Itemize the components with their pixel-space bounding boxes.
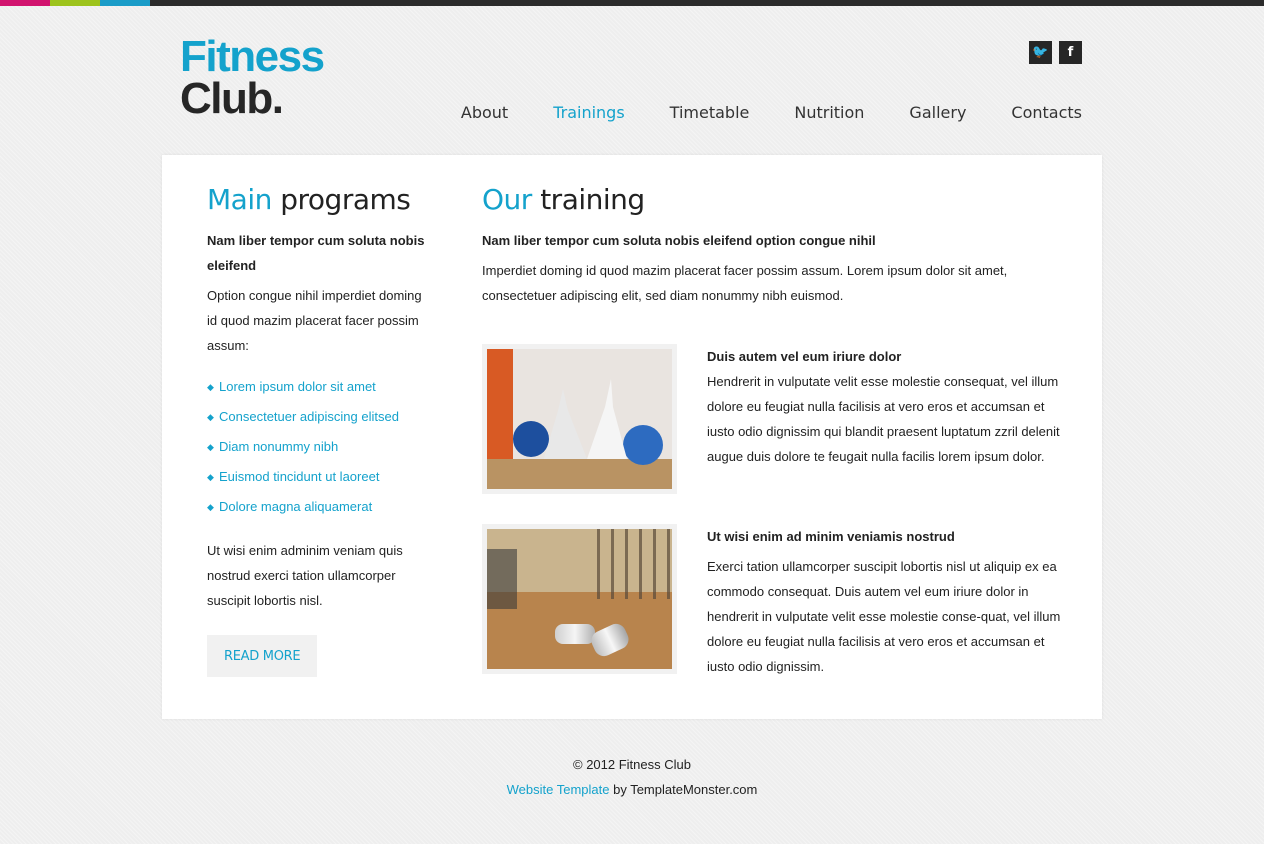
heading-rest: training (540, 183, 645, 216)
nav-item-timetable[interactable]: Timetable (670, 103, 750, 122)
list-item[interactable]: ◆ Lorem ipsum dolor sit amet (207, 372, 432, 402)
programs-intro: Option congue nihil imperdiet doming id … (207, 288, 422, 353)
website-template-link[interactable]: Website Template (507, 782, 610, 797)
site-logo[interactable]: Fitness Club. (180, 32, 325, 123)
yoga-photo[interactable] (482, 344, 677, 494)
main-nav: About Trainings Timetable Nutrition Gall… (461, 103, 1082, 122)
content-panel: Main programs Nam liber tempor cum solut… (162, 155, 1102, 719)
footer-by: by TemplateMonster.com (609, 782, 758, 797)
training-item-text: Exerci tation ullamcorper suscipit lobor… (707, 559, 1061, 674)
list-item[interactable]: ◆ Dolore magna aliquamerat (207, 492, 432, 522)
heading-accent: Main (207, 183, 272, 216)
bullet-icon: ◆ (207, 382, 214, 392)
logo-line-1: Fitness (180, 32, 325, 81)
training-item-heading: Duis autem vel eum iriure dolor (707, 349, 902, 364)
list-item-label: Consectetuer adipiscing elitsed (219, 409, 399, 424)
twitter-icon[interactable]: 🐦 (1029, 41, 1052, 64)
stripe-green (50, 0, 100, 6)
footer: © 2012 Fitness Club Website Template by … (0, 752, 1264, 802)
training-item-text: Hendrerit in vulputate velit esse molest… (707, 374, 1060, 464)
list-item-label: Lorem ipsum dolor sit amet (219, 379, 376, 394)
main-programs-heading: Main programs (207, 183, 432, 216)
logo-line-2: Club. (180, 74, 284, 123)
programs-list: ◆ Lorem ipsum dolor sit amet ◆ Consectetue… (207, 372, 432, 522)
list-item[interactable]: ◆ Consectetuer adipiscing elitsed (207, 402, 432, 432)
bullet-icon: ◆ (207, 442, 214, 452)
our-training-heading: Our training (482, 183, 1062, 216)
training-item: Duis autem vel eum iriure dolor Hendreri… (482, 344, 1062, 494)
facebook-icon[interactable]: f (1059, 41, 1082, 64)
footer-copyright: © 2012 Fitness Club (573, 757, 691, 772)
nav-item-trainings[interactable]: Trainings (553, 103, 624, 122)
social-links: 🐦 f (1029, 41, 1082, 64)
programs-lead: Nam liber tempor cum soluta nobis eleife… (207, 233, 425, 273)
training-intro: Imperdiet doming id quod mazim placerat … (482, 263, 1008, 303)
nav-item-contacts[interactable]: Contacts (1011, 103, 1082, 122)
list-item-label: Diam nonummy nibh (219, 439, 339, 454)
stripe-pink (0, 0, 50, 6)
nav-item-about[interactable]: About (461, 103, 508, 122)
main-programs-column: Main programs Nam liber tempor cum solut… (207, 183, 432, 677)
stripe-blue (100, 0, 150, 6)
dumbbells-photo[interactable] (482, 524, 677, 674)
bullet-icon: ◆ (207, 472, 214, 482)
training-lead: Nam liber tempor cum soluta nobis eleife… (482, 233, 876, 248)
read-more-button[interactable]: READ MORE (207, 635, 318, 677)
top-color-bar (0, 0, 1264, 6)
footer-credit: Website Template by TemplateMonster.com (0, 777, 1264, 802)
our-training-column: Our training Nam liber tempor cum soluta… (482, 183, 1062, 674)
training-item-body: Ut wisi enim ad minim veniamis nostrud E… (707, 524, 1062, 679)
programs-outro: Ut wisi enim adminim veniam quis nostrud… (207, 543, 403, 608)
list-item-label: Euismod tincidunt ut laoreet (219, 469, 380, 484)
list-item-label: Dolore magna aliquamerat (219, 499, 373, 514)
bullet-icon: ◆ (207, 412, 214, 422)
heading-accent: Our (482, 183, 532, 216)
training-item-heading: Ut wisi enim ad minim veniamis nostrud (707, 529, 955, 544)
training-item-body: Duis autem vel eum iriure dolor Hendreri… (707, 344, 1062, 469)
heading-rest: programs (280, 183, 411, 216)
training-item: Ut wisi enim ad minim veniamis nostrud E… (482, 524, 1062, 674)
nav-item-gallery[interactable]: Gallery (909, 103, 966, 122)
list-item[interactable]: ◆ Euismod tincidunt ut laoreet (207, 462, 432, 492)
bullet-icon: ◆ (207, 502, 214, 512)
nav-item-nutrition[interactable]: Nutrition (794, 103, 864, 122)
list-item[interactable]: ◆ Diam nonummy nibh (207, 432, 432, 462)
